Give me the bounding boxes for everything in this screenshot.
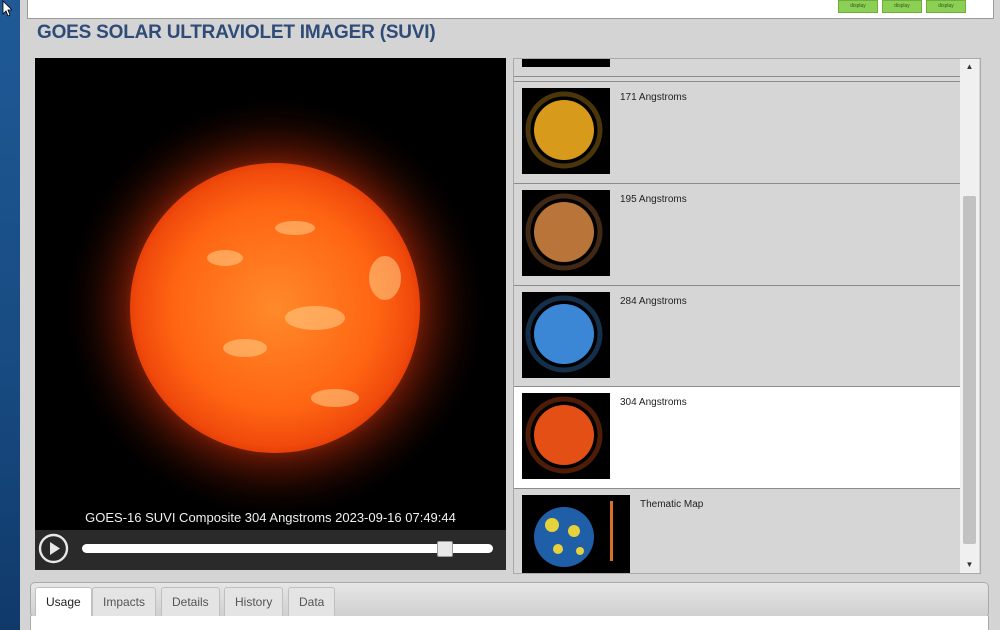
thumbnail-image [522,190,610,276]
mouse-cursor-icon [2,0,12,17]
list-item[interactable]: 284 Angstroms [514,285,960,388]
scroll-down-arrow-icon[interactable]: ▼ [960,557,979,573]
thumbnail-image [522,393,610,479]
thumbnail-list: 171 Angstroms 195 Angstroms 284 Angstroms 3… [513,58,981,574]
list-item-partial[interactable] [514,59,960,77]
scrollbar[interactable]: ▲ ▼ [960,59,979,573]
time-slider-handle[interactable] [436,541,453,557]
play-circle-icon[interactable] [38,533,69,564]
top-button-2[interactable]: display [882,0,922,13]
tab-history[interactable]: History [224,587,284,617]
tab-bar: Usage Impacts Details History Data [30,582,989,618]
list-item[interactable]: 171 Angstroms [514,81,960,184]
scrollbar-thumb[interactable] [963,196,976,544]
top-panel: display display display [27,0,994,19]
thumbnail-label: Thematic Map [640,499,704,510]
list-item[interactable]: 195 Angstroms [514,183,960,286]
thumbnail-label: 284 Angstroms [620,296,687,307]
tab-content [30,616,989,630]
image-viewer[interactable]: GOES-16 SUVI Composite 304 Angstroms 202… [35,58,506,570]
sun-image [60,98,490,523]
thumbnail-image [522,292,610,378]
top-button-3[interactable]: display [926,0,966,13]
list-item[interactable]: 304 Angstroms [514,386,960,489]
tab-usage[interactable]: Usage [35,587,92,617]
thumbnail-label: 304 Angstroms [620,397,687,408]
tab-details[interactable]: Details [161,587,220,617]
time-slider-track[interactable] [82,544,493,553]
tab-impacts[interactable]: Impacts [92,587,157,617]
list-item[interactable]: Thematic Map [514,488,960,573]
thumbnail-label: 171 Angstroms [620,92,687,103]
thumbnail-image [522,495,630,573]
image-caption: GOES-16 SUVI Composite 304 Angstroms 202… [85,510,456,525]
playback-controls [35,530,506,570]
scroll-up-arrow-icon[interactable]: ▲ [960,59,979,75]
page: display display display GOES SOLAR ULTRA… [20,0,1000,630]
thumbnail-label: 195 Angstroms [620,194,687,205]
top-button-1[interactable]: display [838,0,878,13]
thumbnail-image [522,59,610,67]
page-title: GOES SOLAR ULTRAVIOLET IMAGER (SUVI) [37,22,436,43]
tab-data[interactable]: Data [288,587,336,617]
desktop-background [0,0,20,630]
thumbnail-image [522,88,610,174]
